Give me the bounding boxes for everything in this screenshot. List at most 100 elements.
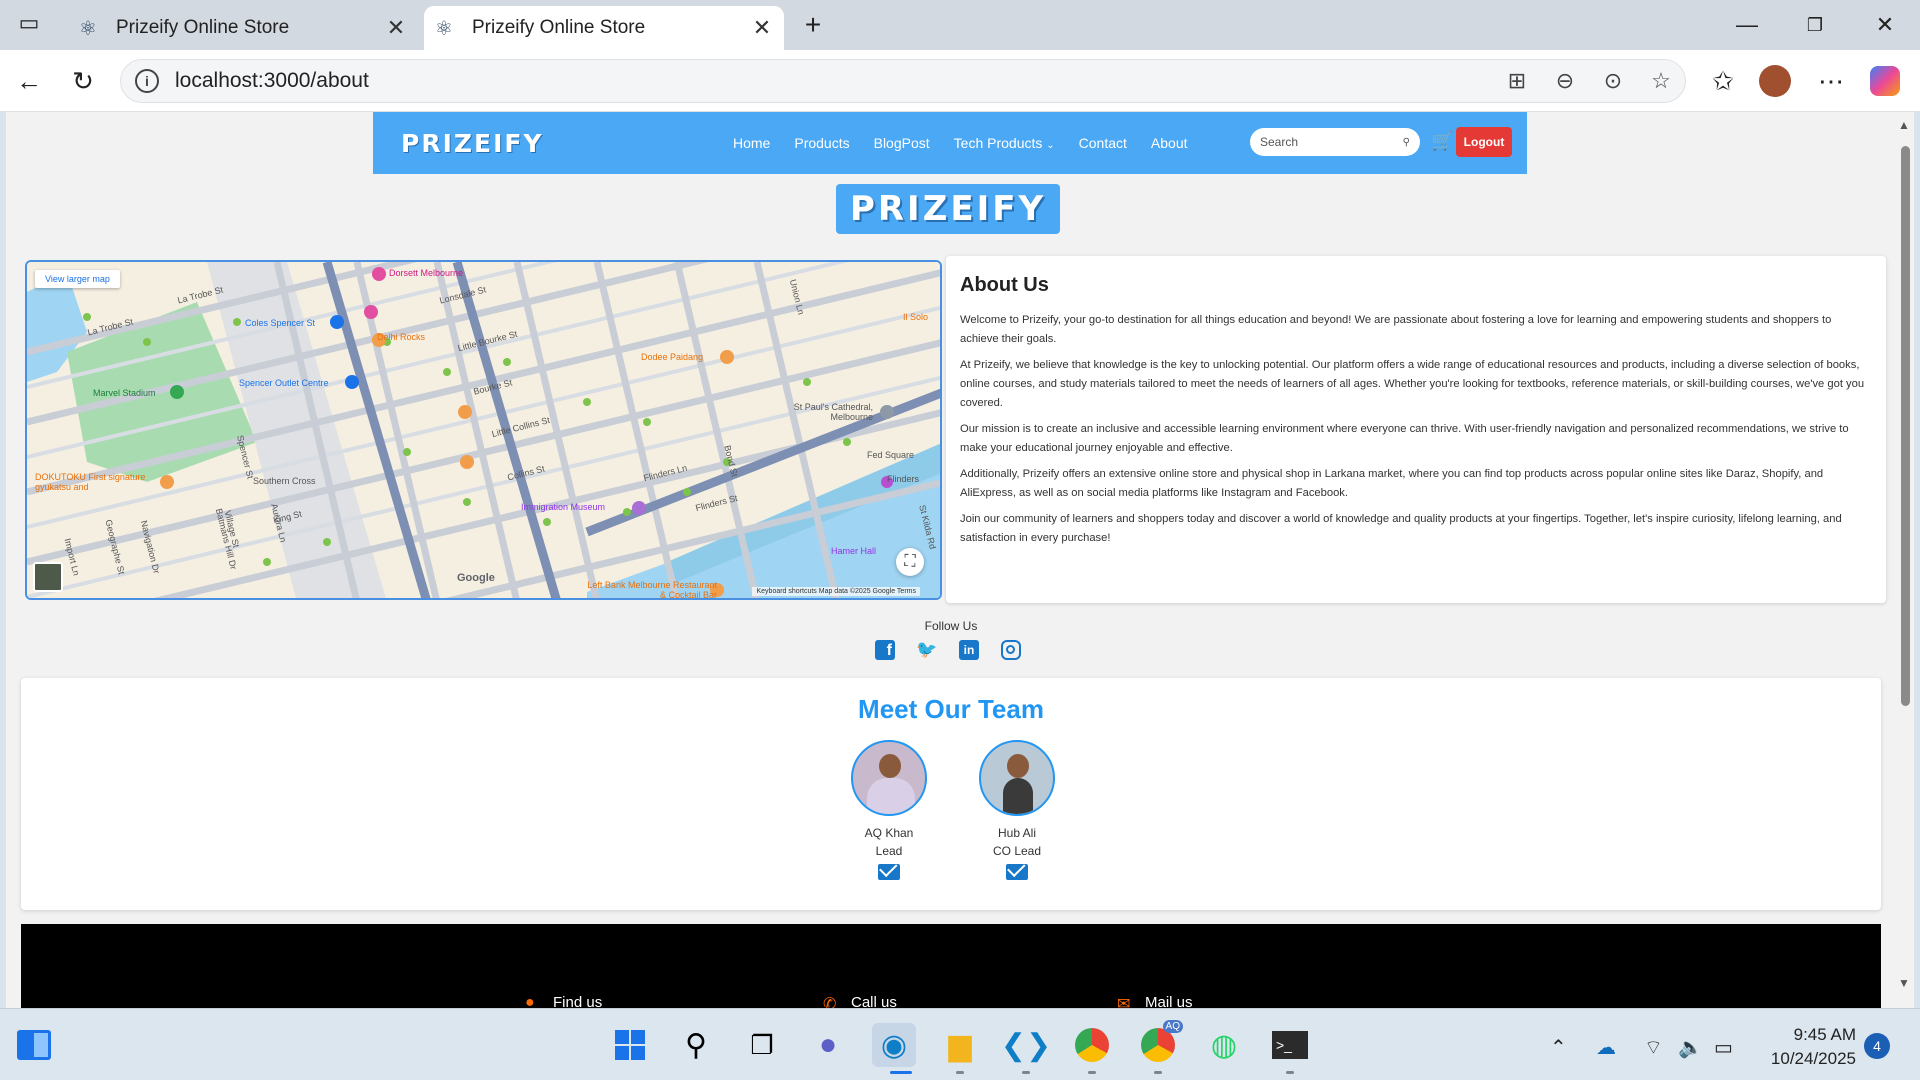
map-label: Spencer Outlet Centre <box>239 378 329 388</box>
running-indicator <box>1286 1071 1294 1074</box>
close-tab-icon[interactable]: ✕ <box>748 15 776 41</box>
about-paragraph: At Prizeify, we believe that knowledge i… <box>960 359 1865 409</box>
url-field[interactable]: i localhost:3000/about ⊞ ⊖ ⊙ ☆ <box>120 59 1686 103</box>
scroll-down-icon[interactable]: ▼ <box>1898 976 1910 990</box>
chrome-icon[interactable] <box>1070 1023 1114 1067</box>
mail-icon[interactable] <box>1006 864 1028 880</box>
file-explorer-icon[interactable]: ▆ <box>938 1023 982 1067</box>
search-input[interactable]: Search ⚲ <box>1250 128 1420 156</box>
chrome-profile-icon[interactable]: AQ <box>1136 1020 1183 1067</box>
nav-about[interactable]: About <box>1151 135 1188 151</box>
footer-call-label: Call us <box>851 994 897 1008</box>
browser-tab-bar: ▭ ⚛ Prizeify Online Store ✕ ⚛ Prizeify O… <box>0 0 1920 50</box>
zoom-icon[interactable]: ⊖ <box>1541 68 1589 94</box>
nav-products[interactable]: Products <box>794 135 849 151</box>
sidebar-toggle-icon[interactable]: ▭ <box>10 4 48 42</box>
cart-icon[interactable]: 🛒 <box>1431 131 1453 152</box>
start-icon[interactable] <box>608 1023 652 1067</box>
about-paragraph: Join our community of learners and shopp… <box>960 513 1842 544</box>
nav-tech-products[interactable]: Tech Products ⌄ <box>954 135 1055 151</box>
footer-find-us: ● Find us <box>525 994 603 1008</box>
battery-icon[interactable]: ▭ <box>1714 1035 1733 1060</box>
system-clock[interactable]: 9:45 AM 10/24/2025 <box>1756 1023 1856 1071</box>
about-paragraph: Welcome to Prizeify, your go-to destinat… <box>960 314 1832 345</box>
mail-icon[interactable] <box>878 864 900 880</box>
close-window-button[interactable]: ✕ <box>1862 8 1908 42</box>
embedded-map[interactable]: View larger map Dorsett Melbourne Coles … <box>25 260 942 600</box>
google-logo: Google <box>457 572 495 584</box>
map-label: Left Bank Melbourne Restaurant & Cocktai… <box>587 580 717 600</box>
refresh-icon[interactable]: ↻ <box>64 62 102 100</box>
wifi-icon[interactable]: ⌔ <box>1644 1035 1663 1060</box>
nav-home[interactable]: Home <box>733 135 770 151</box>
twitter-icon[interactable]: 🐦 <box>915 638 939 662</box>
map-label: Hamer Hall <box>831 546 877 556</box>
running-indicator <box>1022 1071 1030 1074</box>
site-info-icon[interactable]: i <box>135 69 159 93</box>
favorites-icon[interactable]: ✩ <box>1704 62 1742 100</box>
nav-blogpost[interactable]: BlogPost <box>874 135 930 151</box>
settings-more-icon[interactable]: ⋯ <box>1812 62 1850 100</box>
page-logo: PRIZEIFY <box>836 184 1060 234</box>
search-icon[interactable]: ⚲ <box>1403 137 1410 148</box>
search-icon[interactable]: ⚲ <box>674 1023 718 1067</box>
footer-call-us: ✆ Call us <box>823 994 897 1008</box>
site-footer: ● Find us ✆ Call us ✉ Mail us <box>21 924 1881 1008</box>
whatsapp-icon[interactable]: ◍ <box>1202 1023 1246 1067</box>
back-icon[interactable]: ← <box>10 62 48 100</box>
footer-find-label: Find us <box>553 994 603 1008</box>
show-hidden-icons[interactable]: ⌃ <box>1550 1035 1567 1060</box>
member-name: AQ Khan <box>864 826 914 840</box>
edge-icon[interactable]: ◉ <box>872 1023 916 1067</box>
more-tools-icon[interactable]: ⊙ <box>1589 68 1637 94</box>
logout-button[interactable]: Logout <box>1456 127 1512 157</box>
onedrive-icon[interactable]: ☁ <box>1596 1035 1616 1060</box>
notification-badge[interactable]: 4 <box>1864 1033 1890 1059</box>
minimize-button[interactable]: — <box>1724 8 1770 42</box>
tab-active[interactable]: ⚛ Prizeify Online Store ✕ <box>424 6 784 50</box>
task-view-icon[interactable]: ❐ <box>740 1023 784 1067</box>
favorite-star-icon[interactable]: ☆ <box>1637 68 1685 94</box>
fullscreen-icon[interactable]: ⛶ <box>896 548 924 576</box>
widgets-icon[interactable] <box>12 1023 56 1067</box>
nav-contact[interactable]: Contact <box>1079 135 1127 151</box>
location-icon: ● <box>525 994 535 1008</box>
vscode-icon[interactable]: ❮❯ <box>1001 1023 1051 1067</box>
instagram-icon[interactable] <box>999 638 1023 662</box>
about-paragraph: Additionally, Prizeify offers an extensi… <box>960 468 1824 499</box>
app-install-icon[interactable]: ⊞ <box>1493 68 1541 94</box>
site-logo[interactable]: PRIZEIFY <box>401 129 544 158</box>
url-text[interactable]: localhost:3000/about <box>175 69 1493 93</box>
tab-title: Prizeify Online Store <box>116 17 290 38</box>
team-member: Hub Ali CO Lead <box>957 740 1077 880</box>
satellite-layer-toggle[interactable] <box>33 562 63 592</box>
close-tab-icon[interactable]: ✕ <box>382 15 410 41</box>
restore-button[interactable]: ❐ <box>1792 8 1838 42</box>
new-tab-button[interactable]: + <box>790 8 836 42</box>
page-scrollbar[interactable]: ▲ ▼ <box>1896 112 1914 1008</box>
scrollbar-thumb[interactable] <box>1901 146 1910 706</box>
terminal-icon[interactable]: >_ <box>1268 1023 1312 1067</box>
map-label: Fed Square <box>867 450 915 460</box>
nav-tech-products-label: Tech Products <box>953 135 1043 151</box>
tab-inactive[interactable]: ⚛ Prizeify Online Store ✕ <box>68 6 418 50</box>
search-placeholder: Search <box>1260 135 1299 149</box>
map-attribution[interactable]: Keyboard shortcuts Map data ©2025 Google… <box>752 587 920 596</box>
clock-date: 10/24/2025 <box>1770 1049 1856 1068</box>
running-indicator <box>1154 1071 1162 1074</box>
teams-icon[interactable]: ● <box>806 1023 850 1067</box>
team-title: Meet Our Team <box>858 694 1044 724</box>
view-larger-map-link[interactable]: View larger map <box>35 270 120 288</box>
react-favicon-icon: ⚛ <box>79 17 97 40</box>
phone-icon: ✆ <box>823 996 837 1008</box>
linkedin-icon[interactable]: in <box>957 638 981 662</box>
scroll-up-icon[interactable]: ▲ <box>1898 118 1910 132</box>
copilot-icon[interactable] <box>1866 62 1904 100</box>
map-label: DOKUTOKU First signature gyukatsu and <box>35 472 146 492</box>
about-paragraph: Our mission is to create an inclusive an… <box>960 423 1849 454</box>
volume-icon[interactable]: 🔈 <box>1678 1035 1703 1060</box>
running-indicator <box>1088 1071 1096 1074</box>
avatar <box>851 740 927 816</box>
facebook-icon[interactable]: f <box>873 638 897 662</box>
profile-avatar[interactable] <box>1756 62 1794 100</box>
